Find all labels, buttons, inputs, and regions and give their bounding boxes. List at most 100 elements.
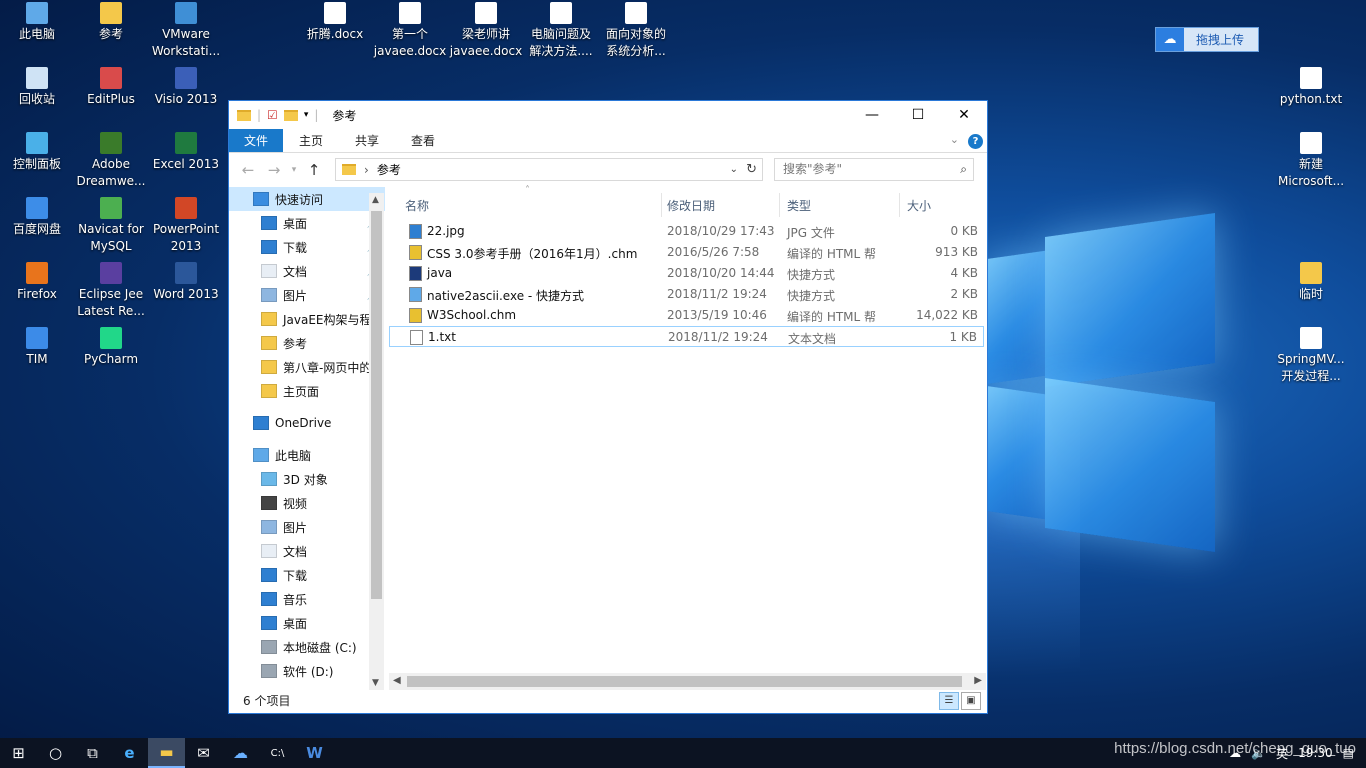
desktop-icon-item[interactable]: 参考 [74,2,148,43]
forward-button[interactable]: → [261,161,287,179]
scroll-down-icon[interactable]: ▼ [372,678,379,688]
nav-item[interactable]: 图片 [229,515,385,539]
file-explorer-icon[interactable]: ▬ [148,738,185,768]
desktop-icon-item[interactable]: PowerPoint 2013 [149,197,223,255]
nav-item[interactable]: 此电脑 [229,443,385,467]
word-taskbar-icon[interactable]: W [296,738,333,768]
column-size[interactable]: 大小 [907,197,931,214]
properties-icon[interactable]: ☑ [267,108,278,122]
task-view-icon[interactable]: ⧉ [74,738,111,768]
back-button[interactable]: ← [235,161,261,179]
desktop-icon-item[interactable]: SpringMV... 开发过程... [1274,327,1348,385]
nav-item[interactable]: 文档 [229,539,385,563]
close-button[interactable]: ✕ [941,101,987,129]
details-view-button[interactable]: ☰ [939,692,959,710]
desktop-icon-item[interactable]: Word 2013 [149,262,223,303]
desktop-icon-item[interactable]: PyCharm [74,327,148,368]
desktop-icon-item[interactable]: 折腾.docx [298,2,372,43]
tab-file[interactable]: 文件 [229,129,284,152]
file-row[interactable]: 1.txt 2018/11/2 19:24 文本文档 1 KB [389,326,984,347]
tab-home[interactable]: 主页 [283,129,339,152]
scroll-right-icon[interactable]: ▶ [974,675,982,686]
nav-scroll-thumb[interactable] [371,211,382,599]
desktop-icon-label: 第一个 javaee.docx [373,27,447,58]
baidu-upload-button[interactable]: ☁ 拖拽上传 [1155,27,1259,52]
up-button[interactable]: ↑ [301,161,327,179]
desktop-icon-item[interactable]: 临时 [1274,262,1348,303]
desktop-icon-item[interactable]: Eclipse Jee Latest Re... [74,262,148,320]
nav-scrollbar[interactable]: ▲ ▼ [369,193,384,690]
desktop-icon-item[interactable]: VMware Workstati... [149,2,223,60]
nav-item[interactable]: 桌面 [229,611,385,635]
command-prompt-icon[interactable]: C:\ [259,738,296,768]
search-icon[interactable]: ⌕ [960,159,967,180]
nav-item[interactable]: 下载 [229,563,385,587]
horizontal-scrollbar[interactable]: ◀ ▶ [389,673,986,690]
refresh-icon[interactable]: ↻ [746,162,757,177]
column-name[interactable]: 名称 [405,197,429,214]
nav-item[interactable]: 参考 [229,331,385,355]
cortana-search-icon[interactable]: ○ [37,738,74,768]
pictures-icon [261,520,277,534]
chevron-down-icon[interactable]: ⌄ [730,164,738,175]
file-row[interactable]: java 2018/10/20 14:44 快捷方式 4 KB [389,263,984,284]
tab-share[interactable]: 共享 [339,129,395,152]
desktop-icon-item[interactable]: EditPlus [74,67,148,108]
start-button[interactable]: ⊞ [0,738,37,768]
nav-item[interactable]: 主页面 [229,379,385,403]
tab-view[interactable]: 查看 [395,129,451,152]
address-bar[interactable]: › 参考 ⌄ ↻ [335,158,763,181]
scroll-up-icon[interactable]: ▲ [372,195,379,205]
desktop-icon-item[interactable]: python.txt [1274,67,1348,108]
desktop-icon-item[interactable]: Excel 2013 [149,132,223,173]
address-path[interactable]: 参考 [377,161,401,178]
file-row[interactable]: native2ascii.exe - 快捷方式 2018/11/2 19:24 快捷… [389,284,984,305]
nav-item[interactable]: OneDrive [229,411,385,435]
edge-icon[interactable]: e [111,738,148,768]
desktop-icon-item[interactable]: TIM [0,327,74,368]
column-date[interactable]: 修改日期 [667,197,715,214]
help-icon[interactable]: ? [968,134,983,149]
desktop-icon-item[interactable]: 面向对象的 系统分析... [599,2,673,60]
column-type[interactable]: 类型 [787,197,811,214]
desktop-icon-item[interactable]: 电脑问题及 解决方法.... [524,2,598,60]
nav-item[interactable]: 图片📌 [229,283,385,307]
nav-item[interactable]: 桌面📌 [229,211,385,235]
desktop-icon-item[interactable]: 此电脑 [0,2,74,43]
desktop-icon-item[interactable]: Firefox [0,262,74,303]
desktop-icon-item[interactable]: 第一个 javaee.docx [373,2,447,60]
minimize-button[interactable]: — [849,101,895,129]
desktop-icon-item[interactable]: 回收站 [0,67,74,108]
nav-item[interactable]: 本地磁盘 (C:) [229,635,385,659]
desktop-icon-item[interactable]: Adobe Dreamwe... [74,132,148,190]
nav-item[interactable]: 第八章-网页中的 [229,355,385,379]
maximize-button[interactable]: ☐ [895,101,941,129]
desktop-icon-item[interactable]: Visio 2013 [149,67,223,108]
chevron-down-icon[interactable]: ▾ [304,110,309,120]
scroll-left-icon[interactable]: ◀ [393,675,401,686]
nav-item[interactable]: 快速访问 [229,187,385,211]
baidu-netdisk-taskbar-icon[interactable]: ☁ [222,738,259,768]
nav-item[interactable]: 下载📌 [229,235,385,259]
file-row[interactable]: CSS 3.0参考手册（2016年1月）.chm 2016/5/26 7:58 编译… [389,242,984,263]
large-icons-view-button[interactable]: ▣ [961,692,981,710]
desktop-icon-item[interactable]: 新建 Microsoft... [1274,132,1348,190]
nav-item[interactable]: JavaEE构架与程 [229,307,385,331]
expand-ribbon-icon[interactable]: ⌄ [950,133,959,146]
desktop-icon-item[interactable]: Navicat for MySQL [74,197,148,255]
nav-item[interactable]: 音乐 [229,587,385,611]
file-row[interactable]: W3School.chm 2013/5/19 10:46 编译的 HTML 帮 14,… [389,305,984,326]
new-folder-icon[interactable] [283,109,298,121]
desktop-icon-item[interactable]: 控制面板 [0,132,74,173]
file-row[interactable]: 22.jpg 2018/10/29 17:43 JPG 文件 0 KB [389,221,984,242]
nav-item[interactable]: 视频 [229,491,385,515]
mail-icon[interactable]: ✉ [185,738,222,768]
desktop-icon-item[interactable]: 梁老师讲 javaee.docx [449,2,523,60]
recent-locations-icon[interactable]: ▾ [287,165,301,175]
nav-item[interactable]: 软件 (D:) [229,659,385,683]
search-input[interactable]: 搜索"参考" ⌕ [774,158,974,181]
desktop-icon-item[interactable]: 百度网盘 [0,197,74,238]
nav-item[interactable]: 文档📌 [229,259,385,283]
nav-item[interactable]: 3D 对象 [229,467,385,491]
horizontal-scroll-thumb[interactable] [407,676,962,687]
